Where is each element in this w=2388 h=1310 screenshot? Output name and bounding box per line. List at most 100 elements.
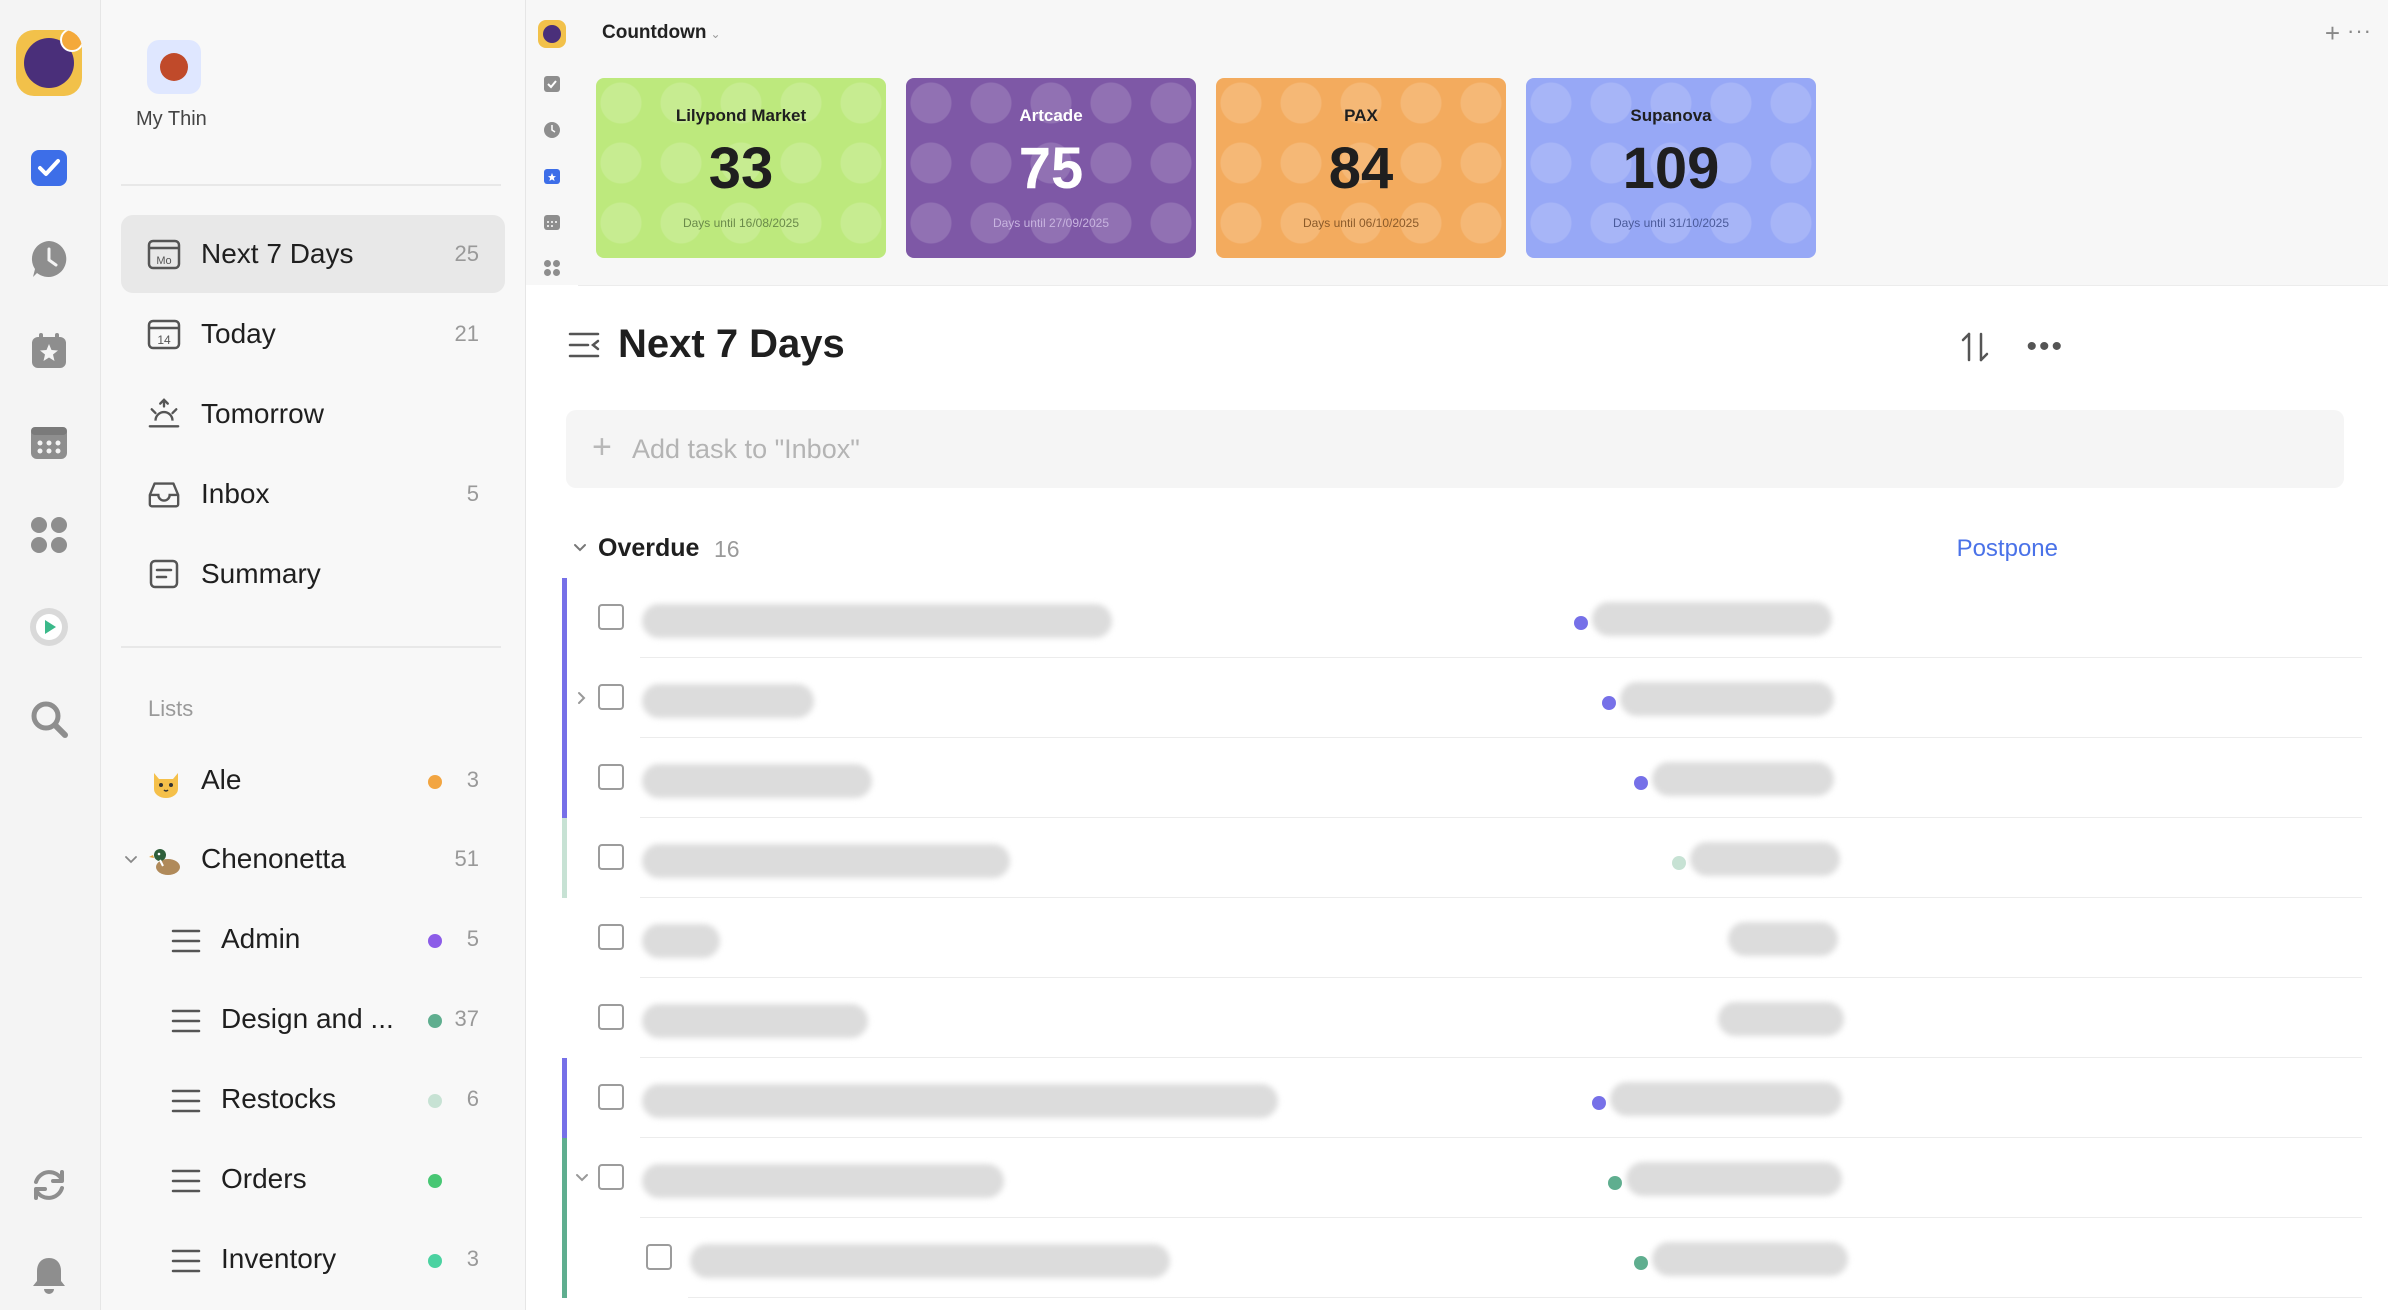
task-title-redacted — [642, 924, 720, 958]
task-checkbox[interactable] — [598, 1084, 624, 1110]
task-meta-redacted — [1620, 682, 1834, 716]
task-row[interactable] — [562, 818, 2362, 898]
task-checkbox[interactable] — [598, 1004, 624, 1030]
avatar[interactable] — [147, 40, 201, 94]
divider — [121, 646, 501, 648]
task-checkbox[interactable] — [598, 844, 624, 870]
more-icon[interactable]: ··· — [2347, 18, 2372, 44]
collapse-menu-icon[interactable] — [568, 330, 602, 360]
app-logo-small[interactable] — [538, 20, 566, 48]
list-lines-icon — [171, 1009, 201, 1033]
task-row[interactable] — [562, 738, 2362, 818]
sync-icon[interactable] — [26, 1162, 72, 1208]
task-title-redacted — [642, 1164, 1004, 1198]
list-label: Admin — [221, 923, 301, 954]
list-label: Orders — [221, 1163, 307, 1194]
clock-icon[interactable] — [26, 236, 72, 282]
task-checkbox[interactable] — [598, 604, 624, 630]
list-label: Ale — [201, 764, 242, 795]
countdown-days: 109 — [1622, 136, 1720, 201]
list-color-dot — [1634, 1256, 1648, 1270]
priority-bar — [562, 578, 567, 658]
tasks-checkbox-icon[interactable] — [542, 74, 562, 94]
calendar-grid-icon[interactable] — [542, 212, 562, 232]
list-count: 3 — [466, 767, 479, 792]
app-logo[interactable] — [16, 30, 82, 96]
list-item-ale[interactable]: Ale 3 — [121, 743, 505, 821]
task-row[interactable] — [562, 1058, 2362, 1138]
sidebar: My Thin Mo Next 7 Days 25 14 Today 21 To… — [101, 0, 526, 1310]
task-meta-redacted — [1610, 1082, 1842, 1116]
notification-bell-icon[interactable] — [26, 1252, 72, 1298]
nav-label: Today — [201, 318, 276, 349]
task-row[interactable] — [562, 658, 2362, 738]
list-count: 5 — [466, 926, 479, 951]
play-habit-icon[interactable] — [26, 604, 72, 650]
task-row[interactable] — [562, 578, 2362, 658]
countdown-card-artcade[interactable]: Artcade 75 Days until 27/09/2025 — [906, 78, 1196, 258]
lists-heading: Lists — [148, 696, 194, 721]
list-folder-chenonetta[interactable]: Chenonetta 51 — [121, 822, 505, 900]
clock-icon[interactable] — [542, 120, 562, 140]
plus-icon: + — [592, 428, 612, 466]
nav-today[interactable]: 14 Today 21 — [121, 295, 505, 373]
calendar-grid-icon[interactable] — [26, 420, 72, 466]
nav-label: Tomorrow — [201, 398, 324, 429]
list-item-restocks[interactable]: Restocks 6 — [121, 1062, 505, 1140]
apps-grid-icon[interactable] — [542, 258, 562, 278]
nav-summary[interactable]: Summary — [121, 535, 505, 613]
nav-inbox[interactable]: Inbox 5 — [121, 455, 505, 533]
list-item-inventory[interactable]: Inventory 3 — [121, 1222, 505, 1300]
task-checkbox[interactable] — [646, 1244, 672, 1270]
task-row[interactable] — [562, 978, 2362, 1058]
subtask-row[interactable] — [562, 1218, 2362, 1298]
nav-tomorrow[interactable]: Tomorrow — [121, 375, 505, 453]
cat-emoji-icon — [154, 773, 178, 798]
add-task-input[interactable]: + Add task to "Inbox" — [566, 410, 2344, 488]
add-countdown-icon[interactable]: + — [2325, 18, 2340, 49]
chevron-down-icon[interactable] — [570, 538, 590, 558]
countdown-name: Lilypond Market — [675, 106, 807, 125]
basketball-icon — [160, 53, 188, 81]
nav-next-7-days[interactable]: Mo Next 7 Days 25 — [121, 215, 505, 293]
countdown-calendar-icon[interactable] — [26, 328, 72, 374]
countdown-card-lilypond[interactable]: Lilypond Market 33 Days until 16/08/2025 — [596, 78, 886, 258]
countdown-panel: Countdown ⌄ + ··· Lilypond Market 33 Days… — [578, 0, 2388, 286]
list-count: 51 — [454, 846, 479, 871]
task-meta-redacted — [1728, 922, 1838, 956]
sort-icon[interactable] — [1960, 330, 1990, 364]
list-color-dot — [1672, 856, 1686, 870]
task-checkbox[interactable] — [598, 1164, 624, 1190]
search-icon[interactable] — [26, 696, 72, 742]
sunrise-icon — [147, 397, 181, 431]
countdown-name: Supanova — [1630, 106, 1712, 125]
list-color-dot — [428, 1014, 442, 1028]
nav-count: 5 — [466, 481, 479, 506]
task-checkbox[interactable] — [598, 684, 624, 710]
chevron-down-icon[interactable] — [572, 1168, 592, 1188]
countdown-title[interactable]: Countdown ⌄ — [602, 22, 721, 44]
list-item-orders[interactable]: Orders — [121, 1142, 505, 1220]
task-row[interactable] — [562, 1138, 2362, 1218]
duck-emoji-icon — [149, 849, 180, 875]
task-checkbox[interactable] — [598, 764, 624, 790]
task-row[interactable] — [562, 898, 2362, 978]
tasks-checkbox-icon[interactable] — [26, 145, 72, 191]
more-options-icon[interactable]: ••• — [2026, 332, 2064, 362]
nav-count: 21 — [454, 321, 479, 346]
list-item-design[interactable]: Design and ... 37 — [121, 982, 505, 1060]
task-list-panel: Next 7 Days ••• + Add task to "Inbox" Ov… — [526, 286, 2388, 1310]
countdown-card-pax[interactable]: PAX 84 Days until 06/10/2025 — [1216, 78, 1506, 258]
task-checkbox[interactable] — [598, 924, 624, 950]
countdown-calendar-icon[interactable] — [542, 166, 562, 186]
postpone-button[interactable]: Postpone — [1957, 535, 2058, 563]
list-item-admin[interactable]: Admin 5 — [121, 902, 505, 980]
countdown-card-supanova[interactable]: Supanova 109 Days until 31/10/2025 — [1526, 78, 1816, 258]
chevron-down-icon[interactable] — [123, 852, 139, 868]
list-color-dot — [1574, 616, 1588, 630]
chevron-right-icon[interactable] — [572, 688, 592, 708]
nav-label: Summary — [201, 558, 321, 589]
svg-text:14: 14 — [157, 333, 171, 347]
list-count: 3 — [466, 1246, 479, 1271]
apps-grid-icon[interactable] — [26, 512, 72, 558]
